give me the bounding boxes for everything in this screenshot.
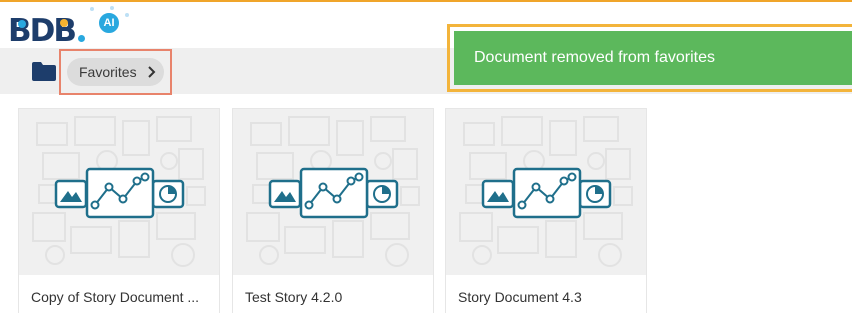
logo-spark [90,7,94,11]
document-card[interactable]: Story Document 4.3 [445,108,647,313]
ai-badge: AI [97,11,121,35]
logo-node [60,19,68,27]
toast-notification: Document removed from favorites [454,31,852,85]
document-title: Story Document 4.3 [458,289,582,305]
document-card[interactable]: Test Story 4.2.0 [232,108,434,313]
logo-spark [125,13,129,17]
document-thumbnail [233,109,433,275]
document-thumbnail [19,109,219,275]
chevron-right-icon [148,66,156,78]
logo-node [78,35,85,42]
breadcrumb-label: Favorites [79,64,137,80]
document-title: Test Story 4.2.0 [245,289,343,305]
breadcrumb-highlight: Favorites [59,49,172,95]
logo-node [18,20,26,28]
breadcrumb-favorites[interactable]: Favorites [67,58,164,86]
document-title: Copy of Story Document ... [31,289,200,305]
document-thumbnail [446,109,646,275]
document-card[interactable]: Copy of Story Document ... [18,108,220,313]
folder-icon[interactable] [32,62,56,81]
toast-message: Document removed from favorites [474,49,715,66]
toast-highlight: Document removed from favorites [447,24,852,92]
logo-spark [110,6,114,10]
bdb-logo[interactable]: BDB AI [6,6,136,51]
